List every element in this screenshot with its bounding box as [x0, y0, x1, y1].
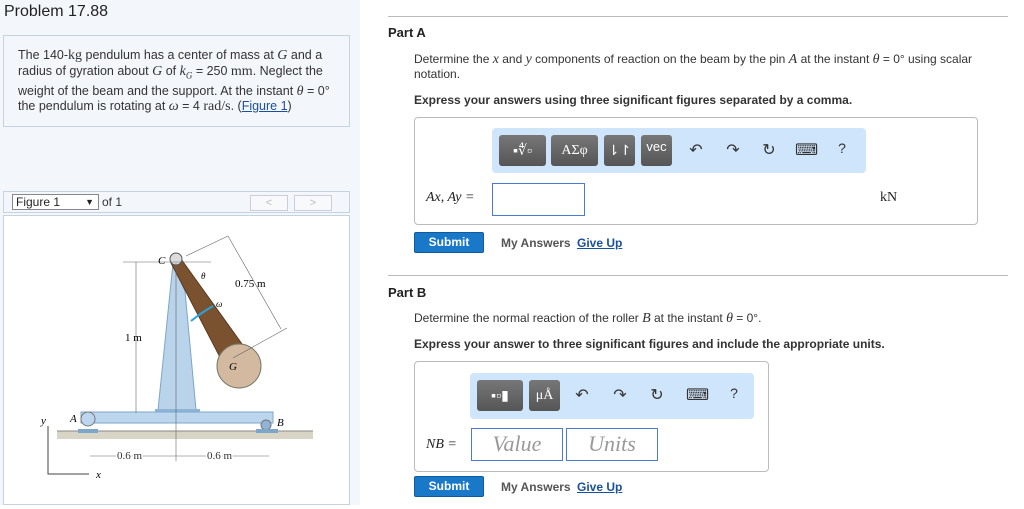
label-0-75m: 0.75 m [235, 278, 266, 290]
pendulum-diagram: C θ 0.75 m ω 1 m G A B y x 0.6 m 0.6 m [40, 235, 313, 481]
math-toolbar: ▪∜▫ ΑΣφ ⇂↾ vec ↶ ↷ ↻ ⌨ ? [492, 128, 866, 173]
figure-select-value: Figure 1 [16, 195, 61, 209]
templates-button[interactable]: ▪∜▫ [499, 135, 546, 166]
label-theta: θ [201, 271, 206, 281]
text: B [642, 311, 651, 326]
part-a-give-up-link[interactable]: Give Up [577, 236, 622, 250]
text: G [277, 48, 288, 63]
unit-label: kN [880, 190, 898, 205]
text: at the instant [650, 311, 727, 325]
units-input[interactable]: Units [566, 428, 658, 461]
undo-icon[interactable]: ↶ [686, 140, 706, 160]
text: θ [296, 83, 304, 99]
part-b-title: Part B [388, 285, 427, 300]
redo-icon[interactable]: ↷ [723, 140, 743, 160]
label-omega: ω [216, 299, 222, 309]
text: θ [726, 311, 733, 326]
help-icon[interactable]: ? [832, 140, 852, 156]
label-0-6m-right: 0.6 m [207, 450, 233, 462]
divider [388, 275, 1008, 276]
figure-select[interactable]: Figure 1 ▼ [12, 194, 99, 210]
pendulum-bob [216, 343, 262, 389]
reset-icon[interactable]: ↻ [647, 385, 667, 405]
problem-statement: The 140-kg pendulum has a center of mass… [3, 35, 350, 127]
divider [388, 16, 1008, 17]
help-icon[interactable]: ? [724, 385, 744, 401]
part-a-submit-button[interactable]: Submit [414, 232, 484, 253]
text: = 250 [192, 63, 231, 78]
text: = 4 [178, 99, 204, 113]
text: components of reaction on the beam by th… [531, 52, 789, 66]
part-a-instruction: Express your answers using three signifi… [414, 93, 853, 107]
figure-toolbar: Figure 1 ▼ of 1 < > [3, 191, 350, 213]
greek-button[interactable]: ΑΣφ [551, 135, 598, 166]
text: mm [230, 63, 253, 79]
text: of [162, 63, 180, 78]
label-B: B [277, 417, 284, 429]
figure-link[interactable]: Figure 1 [242, 99, 288, 113]
ax-ay-input[interactable] [492, 183, 585, 216]
part-b-give-up-link[interactable]: Give Up [577, 480, 622, 494]
text: Determine the normal reaction of the rol… [414, 311, 643, 325]
label-1m: 1 m [125, 332, 142, 344]
keyboard-icon[interactable]: ⌨ [686, 385, 709, 405]
label-G: G [229, 361, 237, 373]
beam [80, 411, 274, 424]
text: ω [168, 99, 179, 114]
roller-support-B [256, 429, 278, 433]
templates-button[interactable]: ▪▫▮ [477, 380, 523, 411]
text: ) [287, 99, 292, 113]
part-b-instruction: Express your answer to three significant… [414, 337, 885, 351]
text: G [152, 63, 163, 79]
vec-button[interactable]: vec [641, 135, 672, 166]
nb-label: NB = [426, 437, 457, 452]
figure-count: of 1 [102, 195, 123, 209]
part-a-title: Part A [388, 25, 426, 40]
ext-line [185, 235, 229, 257]
pin-A [80, 411, 96, 427]
label-x: x [95, 469, 101, 481]
part-b-submit-button[interactable]: Submit [414, 476, 484, 497]
arrows-button[interactable]: ⇂↾ [604, 135, 635, 166]
text: and [498, 52, 526, 66]
units-button[interactable]: μÅ [529, 380, 560, 411]
dropdown-arrow-icon: ▼ [85, 197, 94, 207]
label-0-6m-left: 0.6 m [117, 450, 143, 462]
text: at the instant [797, 52, 873, 66]
text: θ [872, 52, 880, 67]
label-y: y [40, 415, 46, 427]
text: The 140- [18, 48, 69, 62]
text: rad/s [203, 99, 231, 114]
value-input[interactable]: Value [471, 428, 563, 461]
problem-title: Problem 17.88 [4, 3, 109, 20]
math-toolbar: ▪▫▮ μÅ ↶ ↷ ↻ ⌨ ? [470, 373, 754, 419]
pin-support-A [78, 429, 98, 433]
redo-icon[interactable]: ↷ [610, 385, 630, 405]
part-b-my-answers-link[interactable]: My Answers [501, 480, 571, 494]
keyboard-icon[interactable]: ⌨ [795, 140, 818, 160]
part-b-question: Determine the normal reaction of the rol… [414, 311, 761, 326]
text: = 0°. [732, 311, 762, 325]
roller-B [260, 419, 272, 431]
next-figure-button[interactable]: > [294, 195, 332, 211]
text: kg [68, 48, 83, 63]
problem-panel: Problem 17.88 The 140-kg pendulum has a … [0, 0, 360, 505]
part-a-question: Determine the x and y components of reac… [414, 52, 1014, 82]
prev-figure-button[interactable]: < [250, 195, 288, 211]
part-b-answer-box: ▪▫▮ μÅ ↶ ↷ ↻ ⌨ ? NB = Value Units [414, 361, 769, 472]
text: A [788, 52, 798, 67]
label-A: A [69, 413, 77, 425]
figure-panel: C θ 0.75 m ω 1 m G A B y x 0.6 m 0.6 m [3, 215, 350, 505]
reset-icon[interactable]: ↻ [759, 140, 779, 160]
label-C: C [158, 255, 166, 267]
text: Determine the [414, 52, 493, 66]
ax-ay-label: Ax, Ay = [426, 190, 475, 205]
part-a-my-answers-link[interactable]: My Answers [501, 236, 571, 250]
text: . ( [230, 99, 242, 113]
text: pendulum has a center of mass at [82, 48, 278, 62]
part-a-answer-box: ▪∜▫ ΑΣφ ⇂↾ vec ↶ ↷ ↻ ⌨ ? Ax, Ay = kN [414, 117, 978, 225]
undo-icon[interactable]: ↶ [572, 385, 592, 405]
